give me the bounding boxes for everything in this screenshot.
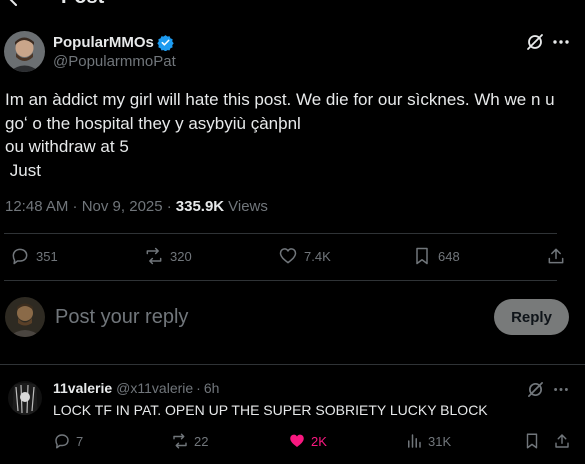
post-meta: 12:48 AM · Nov 9, 2025 · 335.9K Views	[5, 198, 268, 215]
post-text: Im an àddict my girl will hate this post…	[5, 90, 555, 180]
comment-separator: ·	[196, 380, 201, 396]
page-title: Post	[61, 0, 104, 9]
comment-text: LOCK TF IN PAT. OPEN UP THE SUPER SOBRIE…	[53, 402, 488, 418]
top-bar: Post	[0, 0, 585, 14]
comment-reply-count: 7	[76, 433, 84, 449]
author-avatar[interactable]	[4, 31, 45, 72]
back-arrow-icon[interactable]	[6, 0, 26, 10]
like-count: 7.4K	[304, 248, 331, 264]
share-icon	[555, 434, 569, 448]
post-action-bar: 351 320 7.4K 648	[0, 240, 585, 274]
share-action[interactable]	[546, 246, 566, 266]
reply-icon	[55, 434, 69, 449]
bookmark-action[interactable]: 648	[412, 246, 460, 266]
views-label: Views	[228, 198, 268, 215]
repost-icon	[146, 247, 162, 265]
heart-icon	[279, 248, 297, 264]
comment-reply-action[interactable]: 7	[53, 432, 83, 450]
bookmark-count: 648	[438, 248, 460, 264]
author-name-row: PopularMMOs	[53, 33, 174, 51]
comment-timestamp[interactable]: 6h	[204, 380, 220, 396]
comment-avatar[interactable]	[8, 381, 42, 415]
views-count: 335.9K	[175, 198, 225, 215]
repost-count: 320	[170, 248, 192, 264]
comment-repost-count: 22	[194, 433, 209, 449]
reply-input[interactable]: Post your reply	[55, 306, 188, 329]
bookmark-icon	[526, 433, 538, 449]
reply-action[interactable]: 351	[10, 246, 58, 266]
reply-button[interactable]: Reply	[494, 299, 569, 335]
comment-bookmark-action[interactable]	[523, 432, 541, 450]
comment-repost-action[interactable]: 22	[171, 432, 208, 450]
divider	[4, 233, 557, 234]
verified-badge-icon	[157, 34, 174, 51]
share-icon	[548, 248, 564, 264]
post-timestamp[interactable]: 12:48 AM · Nov 9, 2025 ·	[5, 198, 172, 215]
comment-author-handle[interactable]: @x11valerie	[116, 380, 193, 396]
repost-icon	[173, 433, 187, 449]
grok-icon[interactable]	[527, 381, 544, 398]
comment-author-name[interactable]: 11valerie	[53, 380, 112, 396]
comment-like-count: 2K	[311, 433, 327, 449]
comment-views-action[interactable]: 31K	[405, 432, 451, 450]
repost-action[interactable]: 320	[144, 246, 192, 266]
comment-header: 11valerie @x11valerie · 6h	[53, 380, 219, 396]
divider	[0, 364, 585, 365]
bookmark-icon	[416, 247, 428, 265]
divider	[4, 280, 557, 281]
comment-share-action[interactable]	[553, 432, 571, 450]
like-action[interactable]: 7.4K	[278, 246, 331, 266]
more-options-icon[interactable]	[552, 381, 570, 398]
comment-like-action[interactable]: 2K	[288, 432, 327, 450]
grok-icon[interactable]	[526, 33, 544, 51]
comment-views-count: 31K	[428, 433, 452, 449]
heart-filled-icon	[290, 434, 304, 447]
more-options-icon[interactable]	[551, 33, 571, 51]
reply-avatar	[5, 297, 45, 337]
analytics-icon	[408, 434, 421, 448]
reply-icon	[12, 248, 28, 265]
author-handle[interactable]: @PopularmmoPat	[53, 53, 176, 70]
author-name[interactable]: PopularMMOs	[53, 34, 154, 51]
reply-count: 351	[36, 248, 58, 264]
comment-action-bar: 7 22 2K 31K	[0, 432, 585, 454]
